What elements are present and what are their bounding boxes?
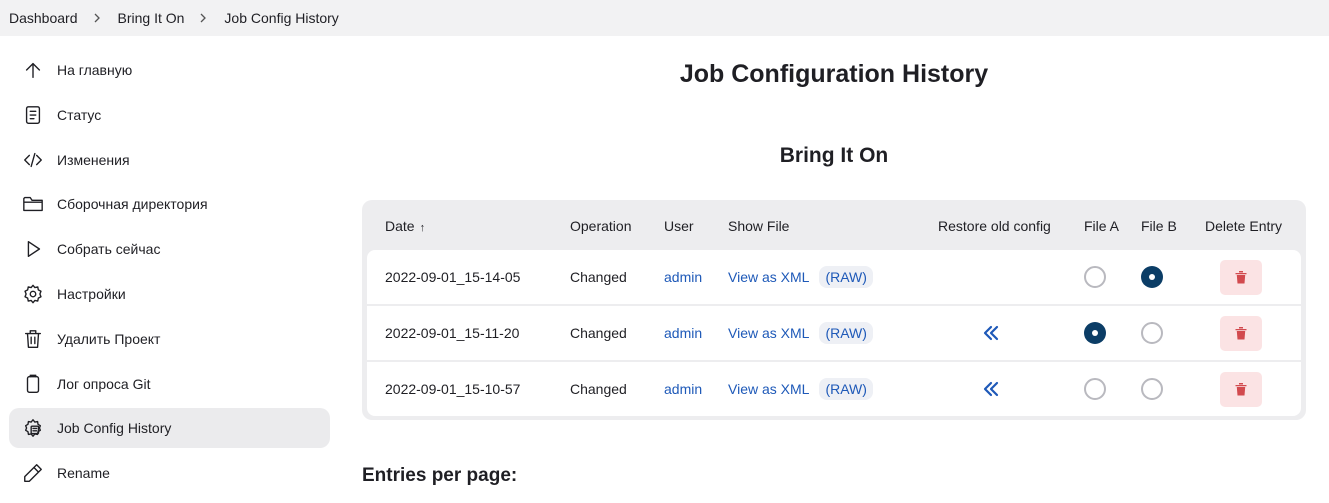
sidebar-item-git-polling-log[interactable]: Лог опроса Git	[9, 364, 330, 404]
gear-icon	[21, 282, 45, 306]
sidebar-item-label: Сборочная директория	[57, 196, 208, 213]
sidebar-item-label: Удалить Проект	[57, 330, 161, 347]
raw-link[interactable]: (RAW)	[819, 378, 873, 400]
delete-entry-button[interactable]	[1220, 371, 1262, 407]
sidebar-item-settings[interactable]: Настройки	[9, 274, 330, 314]
trash-icon	[1235, 327, 1247, 340]
view-as-xml-link[interactable]: View as XML	[728, 325, 809, 341]
cell-date: 2022-09-01_15-11-20	[385, 325, 520, 341]
trash-icon	[21, 327, 45, 351]
sidebar-item-label: Статус	[57, 106, 102, 123]
sidebar-item-label: Настройки	[57, 285, 126, 302]
table-row: 2022-09-01_15-10-57 Changed admin View a…	[367, 362, 1301, 416]
play-icon	[21, 237, 45, 261]
chevron-right-icon	[194, 9, 212, 27]
column-header-file-b[interactable]: File B	[1141, 218, 1177, 234]
sidebar-item-job-config-history[interactable]: Job Config History	[9, 408, 330, 449]
sidebar-item-label: Rename	[57, 465, 110, 482]
file-b-radio[interactable]	[1141, 322, 1163, 344]
pencil-icon	[21, 461, 45, 485]
file-b-radio[interactable]	[1141, 378, 1163, 400]
code-icon	[21, 148, 45, 172]
breadcrumb-job[interactable]: Bring It On	[118, 10, 185, 26]
column-header-show-file[interactable]: Show File	[728, 218, 789, 234]
delete-entry-button[interactable]	[1220, 315, 1262, 351]
file-b-radio[interactable]	[1141, 266, 1163, 288]
table-row: 2022-09-01_15-11-20 Changed admin View a…	[367, 306, 1301, 360]
sidebar-item-status[interactable]: Статус	[9, 95, 330, 135]
sidebar-item-label: Изменения	[57, 151, 130, 168]
sidebar: На главную Статус Изменения Сборочная ди…	[9, 50, 330, 498]
cell-date: 2022-09-01_15-10-57	[385, 381, 521, 397]
document-icon	[21, 103, 45, 127]
column-header-delete[interactable]: Delete Entry	[1205, 218, 1282, 234]
column-header-operation[interactable]: Operation	[570, 218, 631, 234]
sidebar-item-build-now[interactable]: Собрать сейчас	[9, 229, 330, 269]
breadcrumb-job-config-history[interactable]: Job Config History	[224, 10, 338, 26]
clipboard-icon	[21, 372, 45, 396]
sidebar-item-label: Job Config History	[57, 420, 172, 437]
file-a-radio[interactable]	[1084, 266, 1106, 288]
entries-per-page-label: Entries per page:	[362, 465, 518, 486]
column-header-restore[interactable]: Restore old config	[938, 218, 1051, 234]
arrow-up-icon	[21, 58, 45, 82]
sidebar-item-label: Лог опроса Git	[57, 375, 151, 392]
restore-config-button[interactable]	[980, 322, 1002, 344]
sidebar-item-home[interactable]: На главную	[9, 50, 330, 90]
column-header-date[interactable]: Date ↑	[385, 218, 425, 234]
sidebar-item-label: На главную	[57, 62, 133, 78]
view-as-xml-link[interactable]: View as XML	[728, 381, 809, 397]
delete-entry-button[interactable]	[1220, 259, 1262, 295]
trash-icon	[1235, 271, 1247, 284]
table-row: 2022-09-01_15-14-05 Changed admin View a…	[367, 250, 1301, 304]
sidebar-item-workspace[interactable]: Сборочная директория	[9, 184, 330, 224]
job-title: Bring It On	[779, 144, 889, 167]
folder-icon	[21, 192, 45, 216]
file-a-radio[interactable]	[1084, 322, 1106, 344]
user-link[interactable]: admin	[664, 250, 702, 304]
page-title: Job Configuration History	[679, 60, 989, 88]
column-header-file-a[interactable]: File A	[1084, 218, 1119, 234]
view-as-xml-link[interactable]: View as XML	[728, 269, 809, 285]
restore-config-button[interactable]	[980, 378, 1002, 400]
double-chevron-left-icon	[983, 325, 999, 341]
breadcrumb: Dashboard Bring It On Job Config History	[0, 0, 1329, 36]
raw-link[interactable]: (RAW)	[819, 322, 873, 344]
sidebar-item-label: Собрать сейчас	[57, 241, 161, 258]
cell-date: 2022-09-01_15-14-05	[385, 269, 521, 285]
user-link[interactable]: admin	[664, 306, 702, 360]
raw-link[interactable]: (RAW)	[819, 266, 873, 288]
sort-ascending-icon: ↑	[419, 222, 426, 234]
chevron-right-icon	[88, 9, 106, 27]
file-a-radio[interactable]	[1084, 378, 1106, 400]
user-link[interactable]: admin	[664, 362, 702, 416]
sidebar-item-rename[interactable]: Rename	[9, 453, 330, 493]
column-header-user[interactable]: User	[664, 218, 694, 234]
sidebar-item-delete-project[interactable]: Удалить Проект	[9, 319, 330, 359]
sidebar-item-changes[interactable]: Изменения	[9, 140, 330, 180]
config-history-icon	[21, 416, 45, 440]
cell-operation: Changed	[570, 325, 627, 341]
breadcrumb-dashboard[interactable]: Dashboard	[9, 10, 78, 26]
trash-icon	[1235, 383, 1247, 396]
cell-operation: Changed	[570, 269, 627, 285]
double-chevron-left-icon	[983, 381, 999, 397]
cell-operation: Changed	[570, 381, 627, 397]
